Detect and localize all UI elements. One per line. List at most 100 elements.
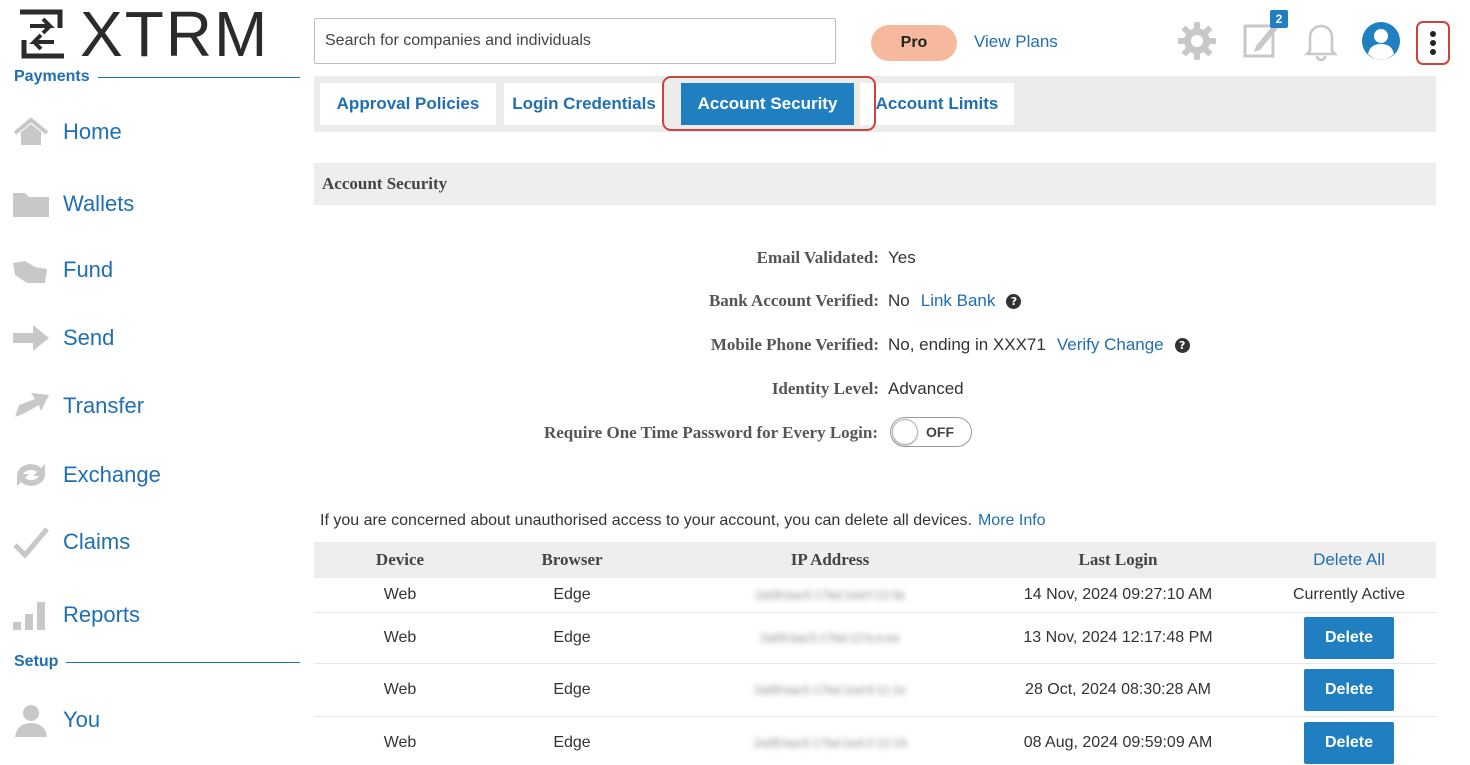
status-cell: Currently Active <box>1292 586 1406 603</box>
help-icon[interactable]: ? <box>1006 293 1022 309</box>
column-header-device: Device <box>375 550 425 569</box>
sidebar-item-transfer[interactable]: Transfer <box>10 386 144 426</box>
notice-text: If you are concerned about unauthorised … <box>320 512 972 529</box>
column-header-last-login: Last Login <box>1078 550 1158 569</box>
tab-login-credentials[interactable]: Login Credentials <box>504 83 664 125</box>
column-header-browser: Browser <box>541 550 603 569</box>
bank-verified-value: No Link Bank ? <box>888 291 1022 311</box>
link-bank-link[interactable]: Link Bank <box>921 291 996 311</box>
brand-name: XTRM <box>80 0 270 70</box>
tab-account-limits[interactable]: Account Limits <box>860 83 1014 125</box>
bell-icon[interactable] <box>1301 18 1341 62</box>
payments-label-text: Payments <box>14 68 90 85</box>
bank-verified-label: Bank Account Verified: <box>708 291 879 310</box>
browser-cell: Edge <box>553 733 591 751</box>
ip-address-blurred: 2a09:bac5:17bd:12:b:a:ee <box>760 631 900 645</box>
avatar[interactable] <box>1360 20 1402 62</box>
last-login-cell: 08 Aug, 2024 09:59:09 AM <box>1023 733 1213 751</box>
transfer-icon <box>10 388 52 424</box>
bank-verified-row: Bank Account Verified: No Link Bank ? <box>314 289 1436 313</box>
section-header: Account Security <box>314 163 1436 205</box>
kebab-icon <box>1430 31 1436 55</box>
last-login-cell: 14 Nov, 2024 09:27:10 AM <box>1023 586 1213 603</box>
otp-label: Require One Time Password for Every Logi… <box>543 423 878 442</box>
tab-account-security[interactable]: Account Security <box>681 83 854 125</box>
identity-level-text: Advanced <box>888 379 964 398</box>
sidebar-item-you[interactable]: You <box>10 700 100 740</box>
ip-address-blurred: 2a09:bac5:17bd:1ed:8:11:1e <box>754 683 906 697</box>
sidebar-item-label: Wallets <box>63 191 135 216</box>
user-icon <box>10 702 52 738</box>
sidebar-item-claims[interactable]: Claims <box>10 522 130 562</box>
notification-count-badge: 2 <box>1270 10 1288 28</box>
table-row: Web Edge 2a09:bac5:17bd:1ed:2:12:19 08 A… <box>314 717 1436 765</box>
tab-approval-policies[interactable]: Approval Policies <box>320 83 496 125</box>
ip-cell: 2a09:bac5:17bd:12:b:a:ee <box>704 613 956 663</box>
setup-divider <box>66 661 300 663</box>
xtrm-logo-icon <box>20 9 64 59</box>
verify-change-link[interactable]: Verify Change <box>1057 335 1164 355</box>
delete-device-button[interactable]: Delete <box>1304 617 1394 659</box>
last-login-cell: 28 Oct, 2024 08:30:28 AM <box>1025 681 1211 698</box>
phone-verified-row: Mobile Phone Verified: No, ending in XXX… <box>314 333 1436 357</box>
sidebar-item-label: Exchange <box>63 462 161 487</box>
ip-address-blurred: 2a09:bac5:17bd:1ed:2:12:19 <box>753 735 907 750</box>
pro-plan-badge[interactable]: Pro <box>871 25 957 61</box>
email-validated-label: Email Validated: <box>756 248 879 267</box>
search-input[interactable] <box>314 18 836 64</box>
sidebar-item-label: Claims <box>63 529 131 554</box>
brand-logo[interactable]: XTRM <box>10 2 269 66</box>
bar-chart-icon <box>10 597 52 633</box>
action-cell: Delete <box>1274 717 1424 765</box>
ip-address-blurred: 2a09:bac5:17bd:1ed:f:13:3a <box>755 588 905 602</box>
delete-device-button[interactable]: Delete <box>1304 721 1394 764</box>
delete-all-link[interactable]: Delete All <box>1274 542 1424 578</box>
last-login-cell: 13 Nov, 2024 12:17:48 PM <box>1023 629 1213 646</box>
sidebar-item-send[interactable]: Send <box>10 318 114 358</box>
browser-cell: Edge <box>553 681 591 698</box>
sidebar-item-label: You <box>63 707 101 732</box>
home-icon <box>10 114 52 150</box>
sidebar-item-label: Reports <box>63 602 141 627</box>
browser-cell: Edge <box>553 586 591 603</box>
table-header: Device Browser IP Address Last Login Del… <box>314 542 1436 578</box>
help-icon[interactable]: ? <box>1174 337 1190 353</box>
browser-cell: Edge <box>553 629 591 646</box>
phone-verified-text: No, ending in XXX71 <box>888 335 1046 354</box>
action-cell: Delete <box>1274 613 1424 663</box>
send-arrow-icon <box>10 320 52 356</box>
delete-device-button[interactable]: Delete <box>1304 669 1394 711</box>
payments-divider <box>97 76 300 78</box>
ip-cell: 2a09:bac5:17bd:1ed:2:12:19 <box>704 717 956 765</box>
sidebar-item-fund[interactable]: Fund <box>10 250 113 290</box>
exchange-icon <box>10 457 52 493</box>
sidebar-item-exchange[interactable]: Exchange <box>10 455 161 495</box>
sidebar-item-reports[interactable]: Reports <box>10 595 140 635</box>
main-panel: Approval Policies Login Credentials Acco… <box>314 76 1436 765</box>
otp-toggle[interactable]: OFF <box>890 417 972 447</box>
gear-icon[interactable] <box>1176 20 1218 62</box>
more-info-link[interactable]: More Info <box>978 512 1046 529</box>
phone-verified-value: No, ending in XXX71 Verify Change ? <box>888 335 1190 355</box>
fund-icon <box>10 252 52 288</box>
identity-level-value: Advanced <box>888 379 964 399</box>
sidebar-item-wallets[interactable]: Wallets <box>10 184 134 224</box>
table-row: Web Edge 2a09:bac5:17bd:1ed:f:13:3a 14 N… <box>314 578 1436 613</box>
more-menu-button[interactable] <box>1416 21 1450 65</box>
otp-row: Require One Time Password for Every Logi… <box>314 421 1436 445</box>
action-cell: Delete <box>1274 664 1424 716</box>
device-cell: Web <box>383 681 417 698</box>
sidebar-item-label: Fund <box>63 257 114 282</box>
table-row: Web Edge 2a09:bac5:17bd:12:b:a:ee 13 Nov… <box>314 613 1436 664</box>
sidebar-item-label: Home <box>63 119 122 144</box>
payments-section-label: Payments <box>14 68 300 86</box>
notes-icon[interactable]: 2 <box>1240 10 1288 62</box>
identity-level-label: Identity Level: <box>771 379 879 398</box>
delete-devices-notice: If you are concerned about unauthorised … <box>320 512 1046 530</box>
view-plans-link[interactable]: View Plans <box>974 32 1058 52</box>
devices-table: Device Browser IP Address Last Login Del… <box>314 542 1436 765</box>
sidebar-item-home[interactable]: Home <box>10 112 122 152</box>
setup-section-label: Setup <box>14 653 300 671</box>
identity-level-row: Identity Level: Advanced <box>314 377 1436 401</box>
tab-bar: Approval Policies Login Credentials Acco… <box>314 76 1436 132</box>
